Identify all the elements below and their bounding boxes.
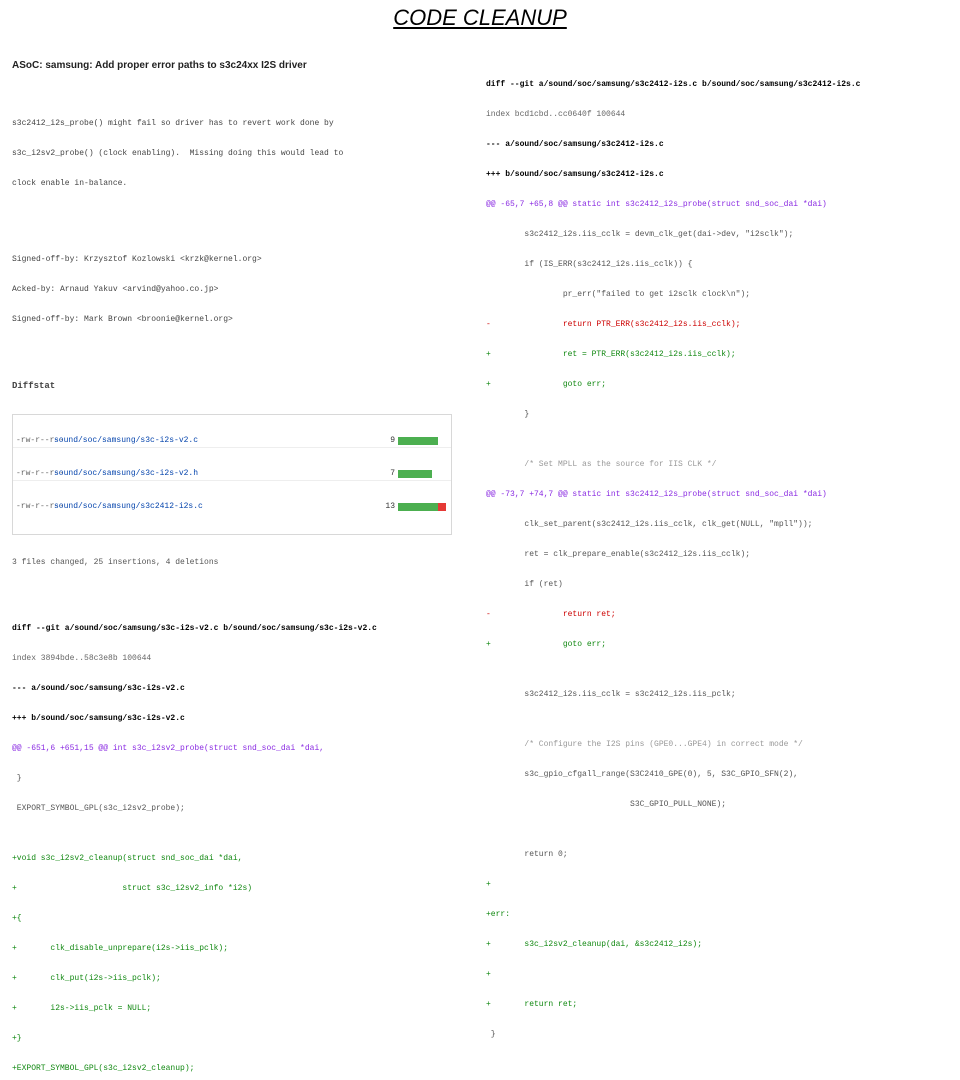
file-name[interactable]: sound/soc/samsung/s3c-i2s-v2.c [54,436,381,446]
change-bar [398,470,448,478]
diff-add: + i2s->iis_pclk = NULL; [12,1004,472,1014]
diff-ctx: } [486,1030,946,1040]
commit-body-line: s3c_i2sv2_probe() (clock enabling). Miss… [12,149,472,159]
diff-add: +} [12,1034,472,1044]
diff-minus-file: --- a/sound/soc/samsung/s3c-i2s-v2.c [12,684,472,694]
diff-del: - return ret; [486,610,946,620]
diff-add: + return ret; [486,1000,946,1010]
diff-ctx: s3c2412_i2s.iis_cclk = s3c2412_i2s.iis_p… [486,690,946,700]
diff-hunk: @@ -65,7 +65,8 @@ static int s3c2412_i2s… [486,200,946,210]
diff-ctx: return 0; [486,850,946,860]
diff-add: + [486,970,946,980]
diff-add: +err: [486,910,946,920]
change-bar [398,503,448,511]
diff-ctx: pr_err("failed to get i2sclk clock\n"); [486,290,946,300]
diff-plus-file: +++ b/sound/soc/samsung/s3c2412-i2s.c [486,170,946,180]
file-perm: -rw-r--r-- [16,436,54,446]
diff-add: +{ [12,914,472,924]
signed-line: Acked-by: Arnaud Yakuv <arvind@yahoo.co.… [12,285,472,295]
diff-add: +EXPORT_SYMBOL_GPL(s3c_i2sv2_cleanup); [12,1064,472,1074]
diff-hunk: @@ -651,6 +651,15 @@ int s3c_i2sv2_probe… [12,744,472,754]
diff-ctx: } [486,410,946,420]
diffstat-row: -rw-r--r-- sound/soc/samsung/s3c-i2s-v2.… [13,435,451,448]
diffstat-row: -rw-r--r-- sound/soc/samsung/s3c2412-i2s… [13,501,451,514]
signed-line: Signed-off-by: Mark Brown <broonie@kerne… [12,315,472,325]
diff-add: + s3c_i2sv2_cleanup(dai, &s3c2412_i2s); [486,940,946,950]
diff-cmd: diff --git a/sound/soc/samsung/s3c2412-i… [486,80,946,90]
left-column: ASoC: samsung: Add proper error paths to… [12,40,472,1080]
commit-body-line: s3c2412_i2s_probe() might fail so driver… [12,119,472,129]
diff-add: +void s3c_i2sv2_cleanup(struct snd_soc_d… [12,854,472,864]
diffstat-summary: 3 files changed, 25 insertions, 4 deleti… [12,558,472,568]
change-count: 13 [381,502,395,512]
diff-hunk: @@ -73,7 +74,7 @@ static int s3c2412_i2s… [486,490,946,500]
diff-ctx: if (IS_ERR(s3c2412_i2s.iis_cclk)) { [486,260,946,270]
diffstat-table: -rw-r--r-- sound/soc/samsung/s3c-i2s-v2.… [12,414,452,535]
diff-ctx: /* Set MPLL as the source for IIS CLK */ [486,460,946,470]
page-title: CODE CLEANUP [393,5,567,31]
signed-off: Signed-off-by: Krzysztof Kozlowski <krzk… [12,235,472,345]
diffstat-row: -rw-r--r-- sound/soc/samsung/s3c-i2s-v2.… [13,468,451,481]
change-count: 7 [381,469,395,479]
diff-index: index 3894bde..58c3e8b 100644 [12,654,472,664]
commit-body: s3c2412_i2s_probe() might fail so driver… [12,99,472,209]
change-bar [398,437,448,445]
diff-ctx: ret = clk_prepare_enable(s3c2412_i2s.iis… [486,550,946,560]
diff-minus-file: --- a/sound/soc/samsung/s3c2412-i2s.c [486,140,946,150]
diff-add: + clk_disable_unprepare(i2s->iis_pclk); [12,944,472,954]
diff-index: index bcd1cbd..cc0640f 100644 [486,110,946,120]
diff-block-3: diff --git a/sound/soc/samsung/s3c2412-i… [486,60,946,1080]
file-perm: -rw-r--r-- [16,469,54,479]
diff-cmd: diff --git a/sound/soc/samsung/s3c-i2s-v… [12,624,472,634]
commit-body-line: clock enable in-balance. [12,179,472,189]
diff-ctx: /* Configure the I2S pins (GPE0...GPE4) … [486,740,946,750]
diff-ctx: S3C_GPIO_PULL_NONE); [486,800,946,810]
diff-block-1: diff --git a/sound/soc/samsung/s3c-i2s-v… [12,604,472,1080]
diff-add: + clk_put(i2s->iis_pclk); [12,974,472,984]
file-name[interactable]: sound/soc/samsung/s3c-i2s-v2.h [54,469,381,479]
diff-ctx: } [12,774,472,784]
diff-add: + goto err; [486,640,946,650]
diff-ctx: clk_set_parent(s3c2412_i2s.iis_cclk, clk… [486,520,946,530]
diff-ctx: if (ret) [486,580,946,590]
diff-add: + struct s3c_i2sv2_info *i2s) [12,884,472,894]
change-count: 9 [381,436,395,446]
diff-del: - return PTR_ERR(s3c2412_i2s.iis_cclk); [486,320,946,330]
commit-subject: ASoC: samsung: Add proper error paths to… [12,60,472,73]
diff-add: + ret = PTR_ERR(s3c2412_i2s.iis_cclk); [486,350,946,360]
diff-ctx: EXPORT_SYMBOL_GPL(s3c_i2sv2_probe); [12,804,472,814]
file-name[interactable]: sound/soc/samsung/s3c2412-i2s.c [54,502,381,512]
diffstat-label: Diffstat [12,381,472,392]
file-perm: -rw-r--r-- [16,502,54,512]
diff-plus-file: +++ b/sound/soc/samsung/s3c-i2s-v2.c [12,714,472,724]
diff-ctx: s3c_gpio_cfgall_range(S3C2410_GPE(0), 5,… [486,770,946,780]
diff-ctx: s3c2412_i2s.iis_cclk = devm_clk_get(dai-… [486,230,946,240]
diff-add: + [486,880,946,890]
signed-line: Signed-off-by: Krzysztof Kozlowski <krzk… [12,255,472,265]
diff-add: + goto err; [486,380,946,390]
right-column: diff --git a/sound/soc/samsung/s3c2412-i… [486,40,946,1080]
